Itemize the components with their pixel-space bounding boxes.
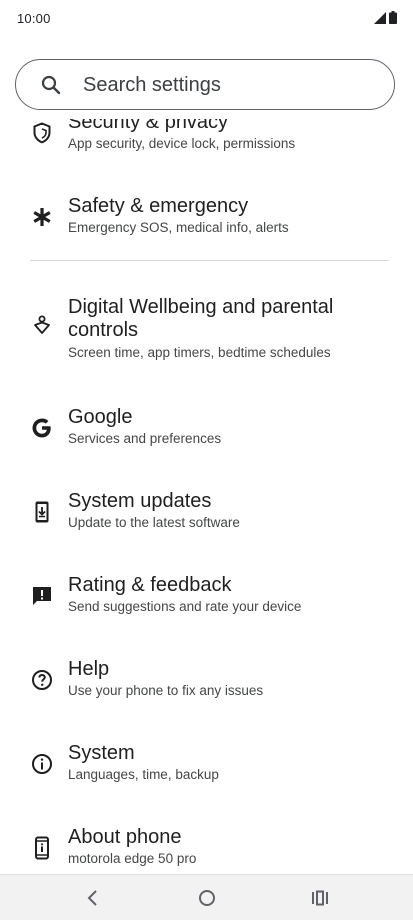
settings-item-help[interactable]: Help Use your phone to fix any issues: [0, 638, 413, 722]
settings-item-title: Google: [68, 406, 133, 428]
phone-icon: [35, 836, 49, 860]
settings-item-system-updates[interactable]: System updates Update to the latest soft…: [0, 470, 413, 554]
settings-item-title: Security & privacy: [68, 119, 229, 133]
settings-item-system[interactable]: System Languages, time, backup: [0, 722, 413, 806]
status-time: 10:00: [17, 11, 51, 26]
search-icon: [41, 75, 61, 95]
settings-item-safety[interactable]: Safety & emergency Emergency SOS, medica…: [0, 175, 413, 259]
recents-icon[interactable]: [310, 888, 330, 908]
settings-item-title: About phone: [68, 826, 182, 848]
section-divider: [30, 260, 389, 261]
status-bar: 10:00: [0, 0, 413, 36]
settings-item-digital-wellbeing[interactable]: Digital Wellbeing and parental controls …: [0, 283, 413, 386]
settings-item-summary: Emergency SOS, medical info, alerts: [68, 220, 289, 235]
settings-list[interactable]: Security & privacy App security, device …: [0, 119, 413, 874]
settings-item-title: System updates: [68, 490, 212, 512]
settings-item-security[interactable]: Security & privacy App security, device …: [0, 119, 413, 175]
search-placeholder: Search settings: [83, 74, 221, 96]
settings-item-summary: motorola edge 50 pro: [68, 851, 197, 866]
shield-icon: [33, 122, 51, 144]
settings-item-title: Help: [68, 658, 110, 680]
settings-item-summary: Services and preferences: [68, 431, 222, 446]
settings-item-summary: Screen time, app timers, bedtime schedul…: [68, 345, 331, 360]
navigation-bar: [0, 874, 413, 920]
settings-item-title: System: [68, 742, 135, 764]
wellbeing-icon: [34, 315, 50, 334]
system-update-icon: [35, 501, 49, 523]
feedback-icon: [33, 587, 51, 605]
asterisk-icon: [33, 208, 51, 226]
settings-item-summary: Send suggestions and rate your device: [68, 599, 302, 614]
help-icon: [32, 670, 52, 690]
home-icon[interactable]: [197, 888, 217, 908]
settings-item-summary: Use your phone to fix any issues: [68, 683, 264, 698]
settings-item-google[interactable]: Google Services and preferences: [0, 386, 413, 470]
settings-item-about-phone[interactable]: About phone motorola edge 50 pro: [0, 806, 413, 874]
battery-icon: [389, 11, 397, 24]
info-icon: [32, 754, 52, 774]
back-icon[interactable]: [84, 887, 102, 909]
settings-item-summary: Update to the latest software: [68, 515, 240, 530]
section-divider-row: [0, 259, 413, 283]
settings-item-summary: Languages, time, backup: [68, 767, 219, 782]
settings-item-title: Safety & emergency: [68, 195, 249, 217]
signal-icon: [374, 11, 386, 24]
settings-item-title: Rating & feedback: [68, 574, 232, 596]
settings-item-summary: App security, device lock, permissions: [68, 136, 296, 151]
status-icons: [374, 11, 397, 24]
search-bar[interactable]: Search settings: [15, 59, 395, 110]
google-icon: [32, 418, 51, 438]
settings-item-rating-feedback[interactable]: Rating & feedback Send suggestions and r…: [0, 554, 413, 638]
settings-item-title: Digital Wellbeing and parental controls: [68, 296, 334, 341]
